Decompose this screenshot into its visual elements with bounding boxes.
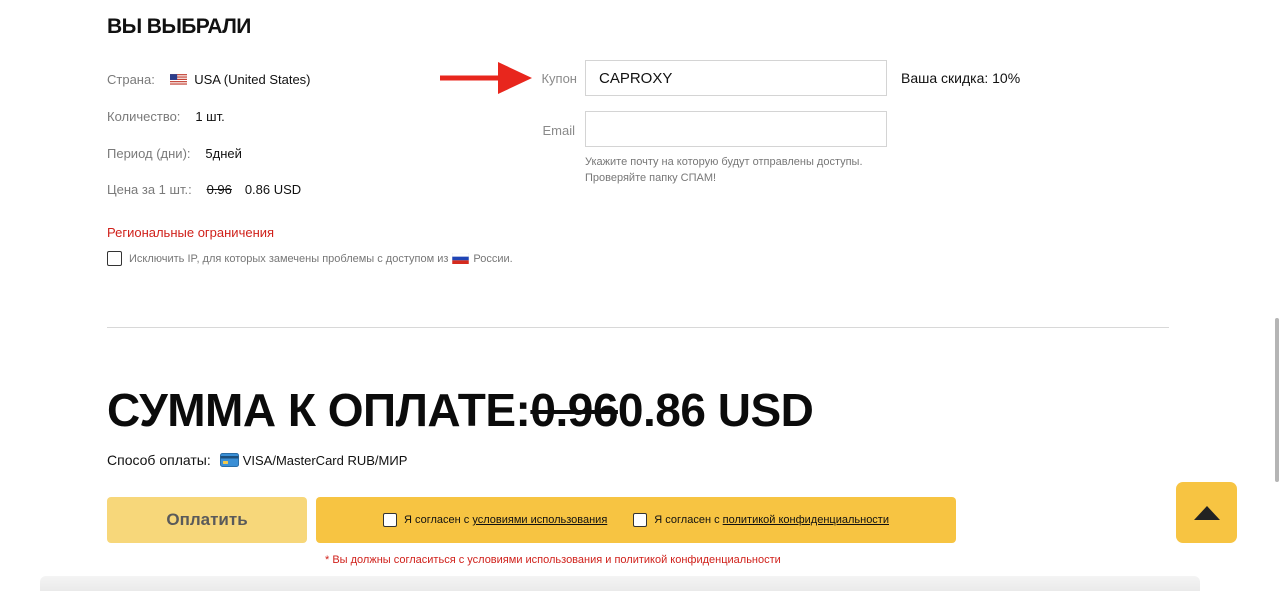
agree-terms: Я согласен с условиями использования [383,513,607,527]
payment-label: Способ оплаты: [107,452,211,468]
email-label: Email [542,123,575,138]
total-new: 0.86 [617,384,706,436]
agree-terms-checkbox[interactable] [383,513,397,527]
price-old: 0.96 [206,182,232,197]
exclude-ip-row: Исключить IP, для которых замечены пробл… [107,251,513,266]
price-row: Цена за 1 шт.: 0.96 0.86 USD [107,181,301,199]
agree-privacy-checkbox[interactable] [633,513,648,527]
agree-privacy-prefix: Я согласен с [654,514,720,526]
total-currency: USD [717,384,814,436]
exclude-ip-checkbox[interactable] [107,251,122,266]
quantity-row: Количество: 1 шт. [107,108,225,126]
section-title: ВЫ ВЫБРАЛИ [107,15,251,38]
coupon-label: Купон [541,71,577,86]
payment-method-row: Способ оплаты: VISA/MasterCard RUB/МИР [107,452,407,468]
payment-method[interactable]: VISA/MasterCard RUB/МИР [243,453,408,468]
total-label: СУММА К ОПЛАТЕ: [107,384,531,436]
divider [107,327,1169,328]
period-label: Период (дни): [107,146,191,161]
quantity-label: Количество: [107,109,181,124]
arrow-up-icon [1193,505,1220,520]
exclude-ip-country: России. [473,252,513,265]
scrollbar[interactable] [1275,318,1279,482]
discount-text: Ваша скидка: 10% [901,70,1021,86]
country-label: Страна: [107,72,155,87]
email-hint-line2: Проверяйте папку СПАМ! [585,172,717,184]
total-sum: СУММА К ОПЛАТЕ:0.960.86 USD [107,383,814,437]
exclude-ip-text: Исключить IP, для которых замечены пробл… [129,252,449,265]
email-input[interactable] [585,111,887,147]
agree-privacy: Я согласен с политикой конфиденциальност… [633,513,889,527]
russia-flag-icon [452,253,470,264]
agreement-warning: * Вы должны согласиться с условиями испо… [325,554,781,566]
total-old: 0.96 [530,384,618,436]
credit-card-icon [219,453,239,467]
country-row: Страна: USA (United States) [107,71,311,89]
country-value: USA (United States) [194,72,311,87]
coupon-input[interactable] [585,60,887,96]
usa-flag-icon [169,74,187,85]
agree-terms-prefix: Я согласен с [404,514,470,526]
period-row: Период (дни): 5дней [107,145,242,163]
scroll-to-top-button[interactable] [1176,482,1237,543]
pay-button[interactable]: Оплатить [107,497,307,543]
email-hint: Укажите почту на которую будут отправлен… [585,154,863,186]
privacy-link[interactable]: политикой конфиденциальности [723,514,889,526]
email-hint-line1: Укажите почту на которую будут отправлен… [585,156,863,168]
terms-link[interactable]: условиями использования [472,514,607,526]
agreement-box: Я согласен с условиями использования Я с… [316,497,956,543]
quantity-value: 1 шт. [195,109,225,124]
price-new: 0.86 USD [244,182,302,197]
price-label: Цена за 1 шт.: [107,182,192,197]
footer-edge [40,576,1200,591]
regional-restrictions-link[interactable]: Региональные ограничения [107,225,274,240]
period-value: 5дней [205,146,242,161]
